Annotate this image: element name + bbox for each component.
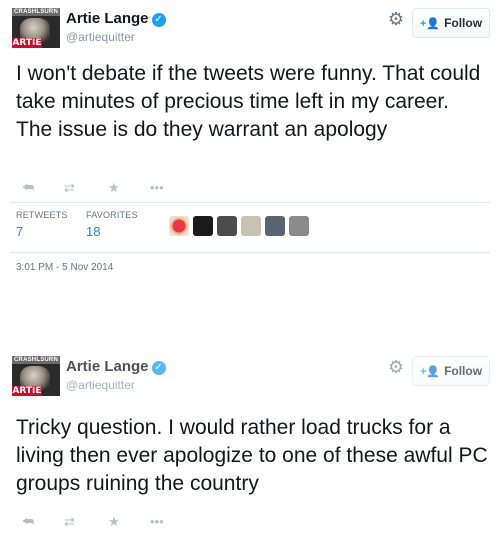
user-handle[interactable]: @artiequitter	[66, 30, 166, 44]
add-user-icon: +👤	[419, 366, 441, 378]
user-names: Artie Lange ✓ @artiequitter	[66, 358, 166, 392]
verified-badge-icon: ✓	[151, 13, 166, 27]
retweet-icon[interactable]: ⇄	[64, 180, 75, 196]
user-full-name[interactable]: Artie Lange	[66, 358, 149, 375]
gear-icon[interactable]: ⚙	[388, 10, 404, 28]
star-icon[interactable]: ★	[108, 180, 120, 196]
tweet-header: CRASHLSURN ARTIE Artie Lange ✓ @artiequit…	[10, 8, 490, 48]
tweet-text: Tricky question. I would rather load tru…	[16, 416, 488, 495]
follow-button-label: Follow	[444, 364, 483, 378]
tweet-header: CRASHLSURN ARTIE Artie Lange ✓ @artiequit…	[10, 356, 490, 396]
tweet-separator	[0, 300, 500, 344]
tweet-text: I won't debate if the tweets were funny.…	[16, 62, 481, 141]
favorites-count: 18	[86, 224, 101, 239]
favorites-label: FAVORITES	[86, 210, 138, 220]
avatar-logo-text: ARTIE	[12, 386, 42, 396]
favoriter-avatar[interactable]	[193, 216, 213, 236]
verified-badge-icon: ✓	[151, 361, 166, 375]
favoriter-avatar[interactable]	[217, 216, 237, 236]
favorites-stat[interactable]: FAVORITES 18	[86, 210, 138, 239]
favoriter-avatar[interactable]	[169, 216, 189, 236]
user-full-name[interactable]: Artie Lange	[66, 10, 149, 27]
avatar-logo-text: ARTIE	[12, 38, 42, 48]
tweet-timestamp[interactable]: 3:01 PM - 5 Nov 2014	[16, 262, 113, 273]
follow-button[interactable]: +👤 Follow	[412, 8, 490, 38]
divider	[10, 252, 490, 253]
user-names: Artie Lange ✓ @artiequitter	[66, 10, 166, 44]
retweet-icon[interactable]: ⇄	[64, 514, 75, 530]
more-icon[interactable]: •••	[150, 514, 164, 529]
add-user-icon: +👤	[419, 18, 441, 30]
divider	[10, 202, 490, 203]
tweet-stats: RETWEETS 7 FAVORITES 18	[16, 210, 484, 250]
retweets-label: RETWEETS	[16, 210, 68, 220]
user-handle[interactable]: @artiequitter	[66, 378, 166, 392]
reply-icon[interactable]: ⮪	[22, 514, 34, 530]
tweet-card: CRASHLSURN ARTIE Artie Lange ✓ @artiequit…	[0, 0, 500, 300]
avatar-banner-text: CRASHLSURN	[12, 8, 60, 16]
reply-icon[interactable]: ⮪	[22, 180, 34, 196]
avatar-banner-text: CRASHLSURN	[12, 356, 60, 364]
retweets-stat[interactable]: RETWEETS 7	[16, 210, 68, 239]
favoriter-avatar[interactable]	[241, 216, 261, 236]
favoriter-avatar[interactable]	[289, 216, 309, 236]
favoriter-avatar[interactable]	[265, 216, 285, 236]
follow-button-label: Follow	[444, 16, 483, 30]
star-icon[interactable]: ★	[108, 514, 120, 530]
follow-button[interactable]: +👤 Follow	[412, 356, 490, 386]
avatar[interactable]: CRASHLSURN ARTIE	[12, 356, 60, 396]
tweet-card: CRASHLSURN ARTIE Artie Lange ✓ @artiequit…	[0, 344, 500, 534]
avatar[interactable]: CRASHLSURN ARTIE	[12, 8, 60, 48]
gear-icon[interactable]: ⚙	[388, 358, 404, 376]
retweets-count: 7	[16, 224, 24, 239]
more-icon[interactable]: •••	[150, 180, 164, 195]
